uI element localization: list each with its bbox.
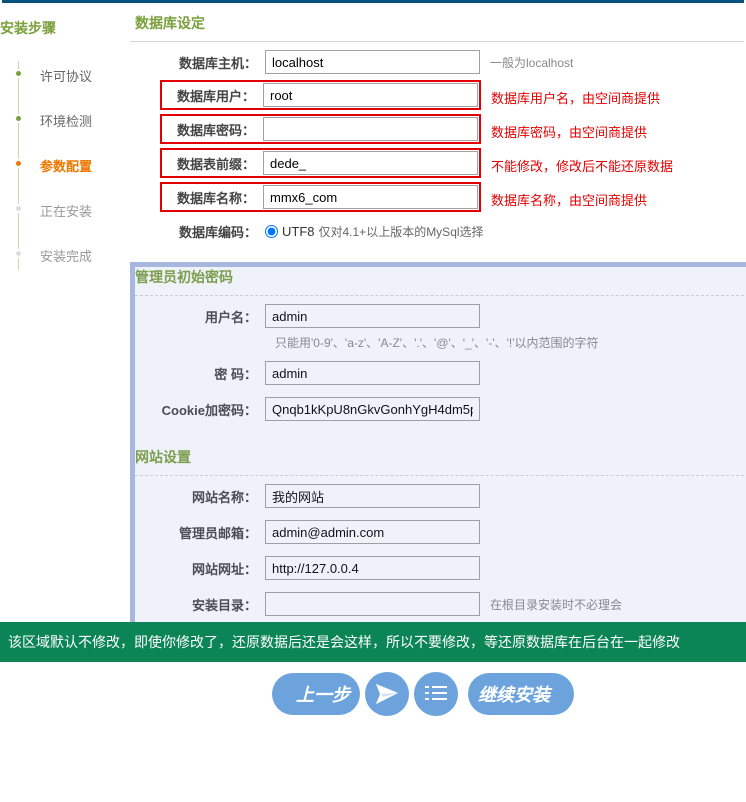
db-prefix-label: 数据表前缀： — [163, 154, 263, 173]
db-user-label: 数据库用户： — [163, 86, 263, 105]
db-pass-input[interactable] — [263, 117, 478, 141]
site-section-title: 网站设置 — [130, 442, 744, 476]
db-encoding-label: 数据库编码： — [140, 222, 265, 241]
site-email-input[interactable] — [265, 520, 480, 544]
admin-pass-row: 密 码： — [130, 355, 746, 391]
site-url-row: 网站网址： — [130, 550, 746, 586]
db-user-input[interactable] — [263, 83, 478, 107]
sidebar-title: 安装步骤 — [0, 13, 130, 53]
site-url-label: 网站网址： — [140, 559, 265, 578]
list-check-icon — [414, 672, 458, 716]
site-name-row: 网站名称： — [130, 478, 746, 514]
site-dir-label: 安装目录： — [140, 595, 265, 614]
admin-pass-label: 密 码： — [140, 364, 265, 383]
db-name-input[interactable] — [263, 185, 478, 209]
steps-sidebar: 安装步骤 许可协议 环境检测 参数配置 正在安装 安装完成 — [0, 3, 130, 622]
db-name-box: 数据库名称： — [160, 182, 481, 212]
dot-icon — [14, 204, 23, 213]
admin-section-title: 管理员初始密码 — [130, 262, 744, 296]
admin-user-label: 用户名： — [140, 307, 265, 326]
site-url-input[interactable] — [265, 556, 480, 580]
db-user-hint: 数据库用户名，由空间商提供 — [481, 88, 660, 107]
db-pass-box: 数据库密码： — [160, 114, 481, 144]
db-host-row: 数据库主机： 一般为localhost — [130, 44, 746, 80]
utf8-text: UTF8 — [282, 224, 315, 239]
db-prefix-hint: 不能修改，修改后不能还原数据 — [481, 156, 673, 175]
site-name-input[interactable] — [265, 484, 480, 508]
admin-cookie-row: Cookie加密码： — [130, 391, 746, 427]
admin-user-row: 用户名： — [130, 298, 746, 334]
site-email-label: 管理员邮箱： — [140, 523, 265, 542]
db-pass-label: 数据库密码： — [163, 120, 263, 139]
dot-icon — [14, 249, 23, 258]
db-user-box: 数据库用户： — [160, 80, 481, 110]
dot-icon — [14, 114, 23, 123]
encoding-hint: 仅对4.1+以上版本的MySql选择 — [319, 223, 484, 240]
dot-icon — [14, 69, 23, 78]
admin-user-input[interactable] — [265, 304, 480, 328]
db-host-label: 数据库主机： — [140, 53, 265, 72]
site-dir-hint: 在根目录安装时不必理会 — [480, 596, 622, 613]
db-name-label: 数据库名称： — [163, 188, 263, 207]
admin-pass-input[interactable] — [265, 361, 480, 385]
step-env: 环境检测 — [0, 98, 130, 143]
dot-icon — [14, 159, 23, 168]
admin-user-hint: 只能用'0-9'、'a-z'、'A-Z'、'.'、'@'、'_'、'-'、'!'… — [275, 334, 746, 355]
utf8-radio[interactable] — [265, 225, 278, 238]
db-encoding-row: 数据库编码： UTF8 仅对4.1+以上版本的MySql选择 — [130, 216, 746, 247]
db-prefix-box: 数据表前缀： — [160, 148, 481, 178]
step-done: 安装完成 — [0, 233, 130, 278]
step-installing: 正在安装 — [0, 188, 130, 233]
site-dir-input[interactable] — [265, 592, 480, 616]
step-config: 参数配置 — [0, 143, 130, 188]
db-section-title: 数据库设定 — [130, 8, 744, 42]
continue-button[interactable]: 继续安装 — [468, 673, 574, 715]
site-dir-row: 安装目录： 在根目录安装时不必理会 — [130, 586, 746, 622]
db-prefix-input[interactable] — [263, 151, 478, 175]
db-host-hint: 一般为localhost — [480, 54, 573, 71]
db-name-hint: 数据库名称，由空间商提供 — [481, 190, 647, 209]
site-name-label: 网站名称： — [140, 487, 265, 506]
prev-button[interactable]: 上一步 — [272, 673, 360, 715]
admin-cookie-input[interactable] — [265, 397, 480, 421]
main-content: 数据库设定 数据库主机： 一般为localhost 数据库用户： 数据库用户名，… — [130, 3, 746, 622]
step-license: 许可协议 — [0, 53, 130, 98]
site-email-row: 管理员邮箱： — [130, 514, 746, 550]
admin-cookie-label: Cookie加密码： — [140, 400, 265, 419]
paper-plane-icon — [365, 672, 409, 716]
db-pass-hint: 数据库密码，由空间商提供 — [481, 122, 647, 141]
db-host-input[interactable] — [265, 50, 480, 74]
